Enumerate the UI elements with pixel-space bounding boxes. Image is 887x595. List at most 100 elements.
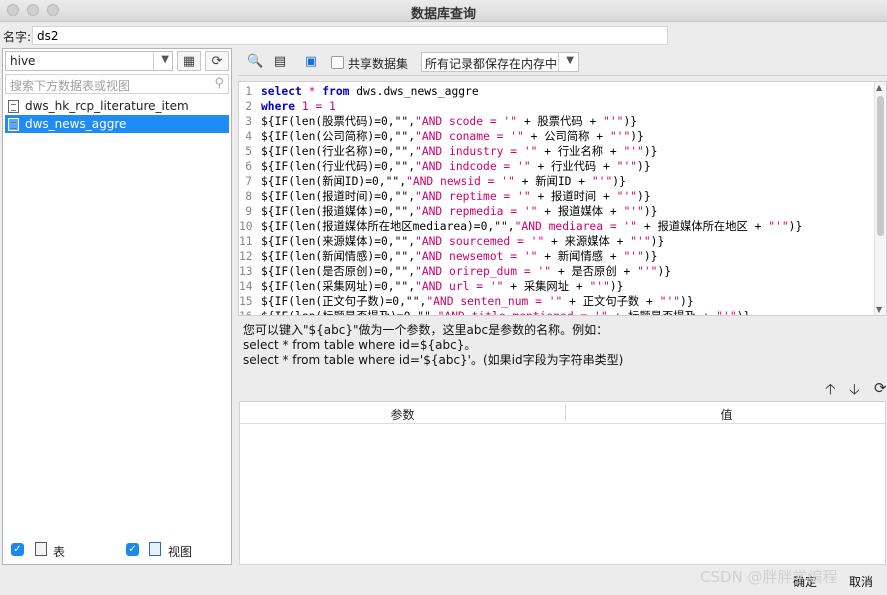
parameters-header: 参数 值 <box>240 402 885 424</box>
chevron-down-icon: ▼ <box>566 55 574 66</box>
line-number: 1 <box>245 85 252 98</box>
paste-icon[interactable]: ▣ <box>303 54 319 70</box>
table-item-selected[interactable]: dws_news_aggre <box>5 115 229 133</box>
code-token: + 是否原创 + <box>551 265 638 278</box>
sql-editor[interactable]: 1 select * from dws.dws_news_aggre 2 where … <box>238 81 887 316</box>
line-number: 14 <box>239 280 253 293</box>
code-token: )} <box>637 160 651 173</box>
cancel-button[interactable]: 取消 <box>841 571 881 592</box>
code-token: )} <box>609 280 624 293</box>
code-line: 10 ${IF(len(报道媒体所在地区mediarea)=0,"", "AND m… <box>239 219 876 234</box>
datasource-value: hive <box>10 54 36 68</box>
query-toolbar: 🔍 ▤ ▣ 共享数据集 所有记录都保存在内存中 ▼ <box>238 48 887 76</box>
storage-mode-select[interactable]: 所有记录都保存在内存中 ▼ <box>421 52 579 72</box>
code-token: "AND title_mentioned = '" <box>438 309 608 315</box>
refresh-button[interactable]: ⟳ <box>205 51 229 71</box>
refresh-params-icon[interactable]: ⟳ <box>874 379 887 397</box>
code-token: "'" <box>630 235 651 248</box>
show-tables-checkbox[interactable]: ✓ <box>11 543 24 556</box>
code-token: + 新闻情感 + <box>537 250 624 263</box>
preview-icon[interactable]: 🔍 <box>247 54 263 70</box>
code-token: + 标题是否提及 + <box>608 309 717 315</box>
code-token: + 报道媒体 + <box>537 205 624 218</box>
object-type-filters: ✓ 表 ✓ 视图 <box>3 539 231 563</box>
column-header-param[interactable]: 参数 <box>240 406 565 423</box>
scrollbar-thumb[interactable] <box>877 96 884 236</box>
code-token: "AND newsemot = '" <box>415 250 538 263</box>
editor-scrollbar[interactable]: ▲ ▼ <box>874 82 886 315</box>
edit-connection-icon: ▦ <box>182 53 196 69</box>
code-line: 13 ${IF(len(是否原创)=0,"", "AND orirep_dum = … <box>239 264 876 279</box>
code-token: ${IF(len(公司简称)=0,"", <box>261 130 416 143</box>
code-line: 6 ${IF(len(行业代码)=0,"", "AND indcode = '" +… <box>239 159 876 174</box>
search-placeholder: 搜索下方数据表或视图 <box>10 79 131 93</box>
watermark: CSDN @胖胖学编程 <box>700 568 838 586</box>
code-token: )} <box>650 235 665 248</box>
code-token: ${IF(len(报道时间)=0,"", <box>261 190 416 203</box>
dataset-name-input[interactable] <box>32 26 668 45</box>
code-token: ${IF(len(标题是否提及)=0,"", <box>261 309 438 315</box>
line-number: 10 <box>239 220 253 233</box>
code-token: select <box>261 85 302 98</box>
code-token: )} <box>737 309 751 315</box>
show-views-checkbox[interactable]: ✓ <box>126 543 139 556</box>
code-token: "'" <box>659 295 681 308</box>
storage-mode-value: 所有记录都保存在内存中 <box>425 57 558 71</box>
code-token: "'" <box>591 175 613 188</box>
table-item-label: dws_news_aggre <box>25 117 127 131</box>
search-icon: ⚲ <box>214 76 224 91</box>
column-header-value[interactable]: 值 <box>566 406 887 423</box>
code-line: 3 ${IF(len(股票代码)=0,"", "AND scode = '" + 股… <box>239 114 876 129</box>
table-icon <box>35 542 47 556</box>
edit-datasource-button[interactable]: ▦ <box>177 51 201 71</box>
code-token: "'" <box>623 250 644 263</box>
code-token: "'" <box>616 190 638 203</box>
code-token: ${IF(len(报道媒体所在地区mediarea)=0,"", <box>261 220 515 233</box>
code-line: 8 ${IF(len(报道时间)=0,"", "AND reptime = '" +… <box>239 189 876 204</box>
code-token: )} <box>680 295 694 308</box>
code-token: "AND repmedia = '" <box>415 205 538 218</box>
save-icon[interactable]: ▤ <box>272 54 288 70</box>
share-dataset-checkbox[interactable] <box>331 56 344 69</box>
chevron-down-icon: ▼ <box>161 54 169 65</box>
line-number: 16 <box>239 309 261 315</box>
name-row: 名字: <box>0 24 887 46</box>
code-token: + 来源媒体 + <box>544 235 631 248</box>
code-token: "'" <box>623 205 644 218</box>
line-number: 6 <box>245 160 252 173</box>
code-token: ${IF(len(行业代码)=0,"", <box>261 160 416 173</box>
code-token: "AND industry = '" <box>415 145 538 158</box>
line-number: 12 <box>239 250 253 263</box>
datasource-select[interactable]: hive ▼ <box>5 51 173 71</box>
code-line: 14 ${IF(len(采集网址)=0,"", "AND url = '" + 采集… <box>239 279 876 294</box>
code-token: ${IF(len(采集网址)=0,"", <box>261 280 416 293</box>
code-token: ${IF(len(新闻ID)=0,"", <box>261 175 407 188</box>
code-token: )} <box>623 115 638 128</box>
code-token: "AND senten_num = '" <box>426 295 563 308</box>
code-token: )} <box>643 250 658 263</box>
code-token: )} <box>643 145 658 158</box>
title-bar: 数据库查询 <box>0 0 887 22</box>
hint-line-2: select * from table where id=${abc}。 <box>243 338 477 352</box>
line-number: 8 <box>245 190 252 203</box>
table-item-label: dws_hk_rcp_literature_item <box>25 99 189 113</box>
code-token: )} <box>657 265 672 278</box>
show-views-label: 视图 <box>168 545 193 559</box>
scroll-up-icon: ▲ <box>876 83 883 92</box>
view-icon <box>149 542 161 556</box>
code-line: 4 ${IF(len(公司简称)=0,"", "AND coname = '" + … <box>239 129 876 144</box>
code-line: 1 select * from dws.dws_news_aggre <box>239 84 876 99</box>
code-token: ${IF(len(股票代码)=0,"", <box>261 115 416 128</box>
line-number: 4 <box>245 130 252 143</box>
code-token: + 报道时间 + <box>530 190 617 203</box>
code-token: + 公司简称 + <box>523 130 610 143</box>
line-number: 7 <box>245 175 252 188</box>
code-line: 11 ${IF(len(来源媒体)=0,"", "AND sourcemed = '… <box>239 234 876 249</box>
hint-line-3: select * from table where id='${abc}'。(如… <box>243 353 624 367</box>
code-token: ${IF(len(正文句子数)=0,"", <box>261 295 427 308</box>
table-item[interactable]: dws_hk_rcp_literature_item <box>5 97 229 115</box>
window-title: 数据库查询 <box>410 7 476 22</box>
code-token: + 采集网址 + <box>503 280 590 293</box>
table-search-input[interactable]: 搜索下方数据表或视图 ⚲ <box>5 74 229 94</box>
line-number: 3 <box>245 115 252 128</box>
